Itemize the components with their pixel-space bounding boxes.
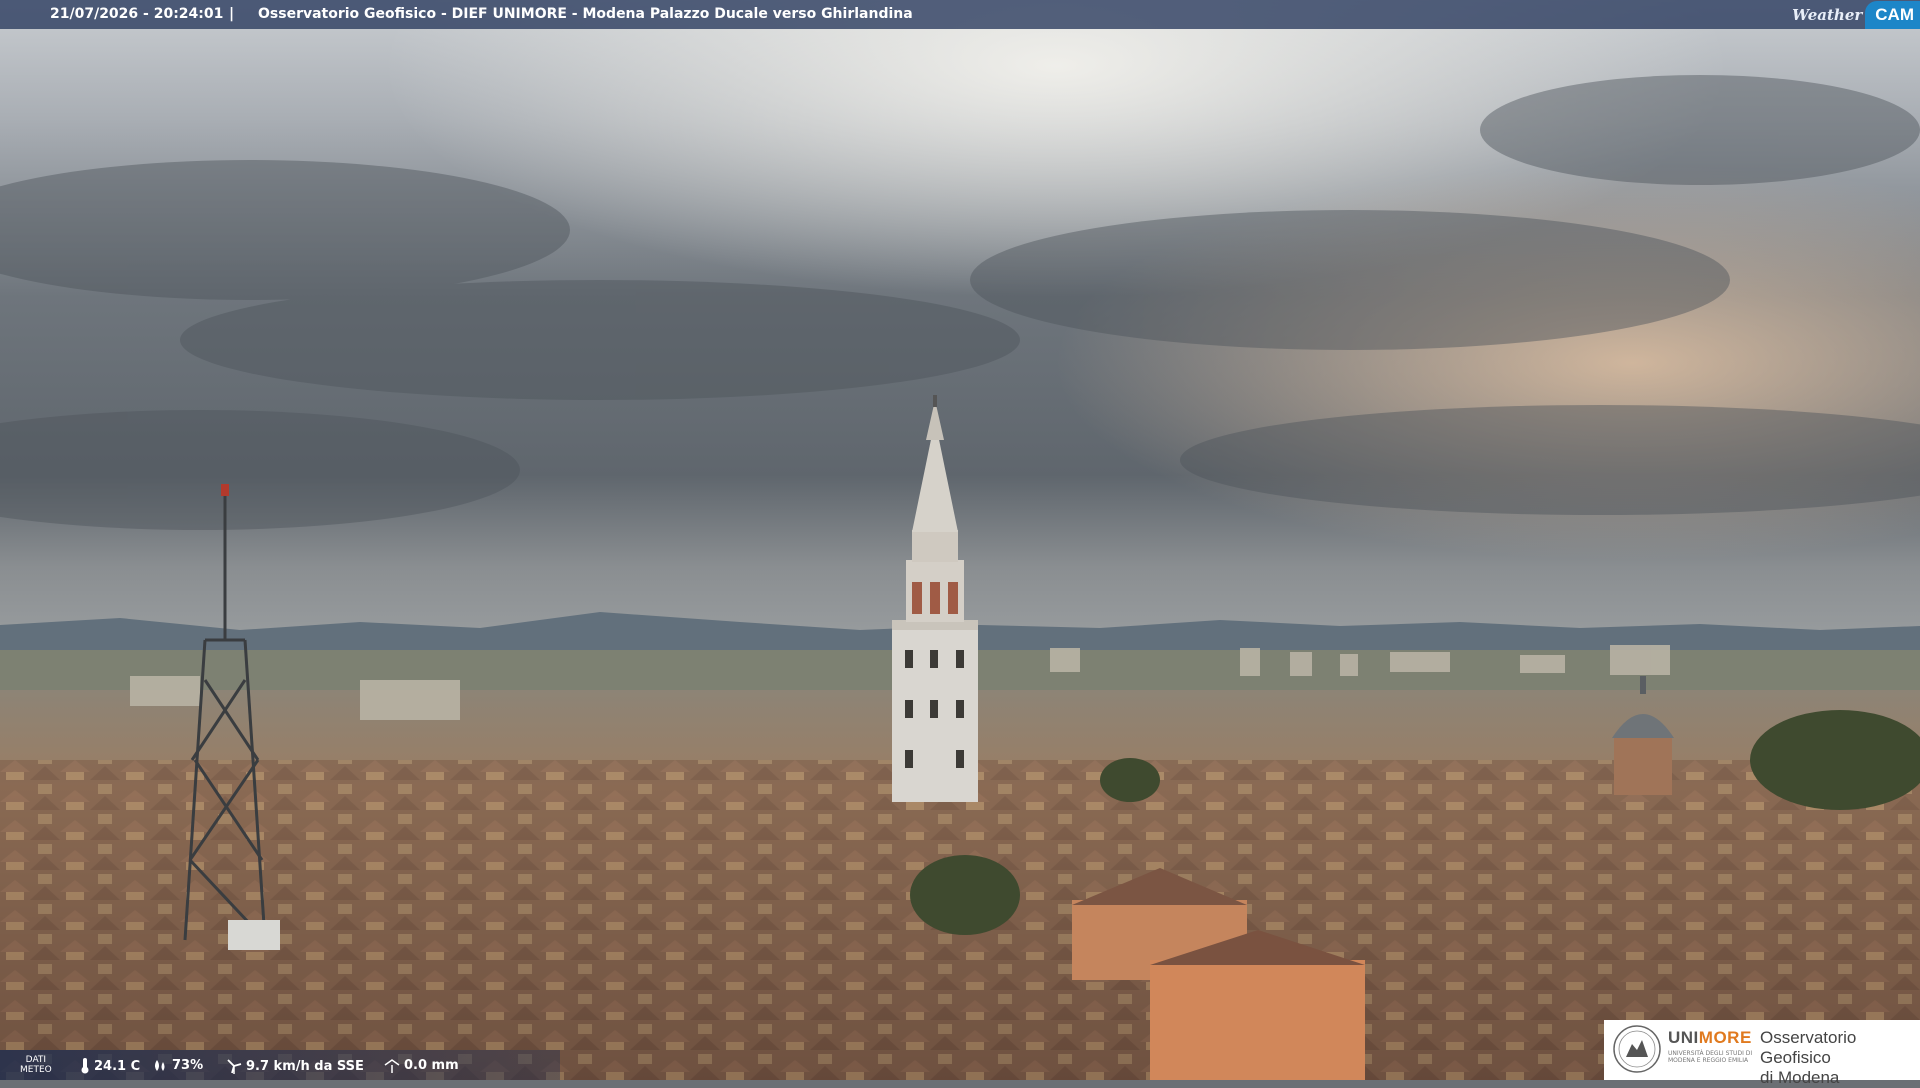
unimore-observatory-logo: UNIMORE UNIVERSITÀ DEGLI STUDI DI MODENA…: [1604, 1020, 1920, 1087]
weathercam-logo: Weather CAM: [1792, 0, 1920, 29]
unimore-subtitle: UNIVERSITÀ DEGLI STUDI DI MODENA E REGGI…: [1668, 1050, 1753, 1064]
meteo-data-bar: DATI METEO 24.1 C 73% 9.7 km/h da SSE 0.…: [0, 1050, 560, 1080]
observatory-name: Osservatorio Geofisico di Modena: [1760, 1028, 1857, 1087]
camera-title-bar: 21/07/2026 - 20:24:01 | Osservatorio Geo…: [0, 0, 1920, 29]
humidity-readout: 73%: [152, 1058, 203, 1073]
meteo-label: DATI METEO: [20, 1055, 52, 1075]
temperature-readout: 24.1 C: [80, 1058, 140, 1074]
camera-title: Osservatorio Geofisico - DIEF UNIMORE - …: [258, 6, 913, 22]
unimore-wordmark: UNIMORE: [1668, 1028, 1752, 1047]
rain-gauge-icon: [384, 1058, 400, 1073]
timestamp: 21/07/2026 - 20:24:01: [50, 6, 224, 22]
weathercam-weather-text: Weather: [1792, 5, 1863, 24]
wind-readout: 9.7 km/h da SSE: [226, 1058, 364, 1074]
rain-readout: 0.0 mm: [384, 1058, 459, 1073]
thermometer-icon: [81, 1058, 89, 1074]
weathercam-cam-text: CAM: [1865, 0, 1920, 29]
title-separator: |: [229, 6, 235, 22]
wind-turbine-icon: [227, 1059, 242, 1074]
unimore-seal-icon: [1613, 1025, 1661, 1073]
webcam-image: [0, 0, 1920, 1080]
humidity-drops-icon: [155, 1059, 165, 1071]
